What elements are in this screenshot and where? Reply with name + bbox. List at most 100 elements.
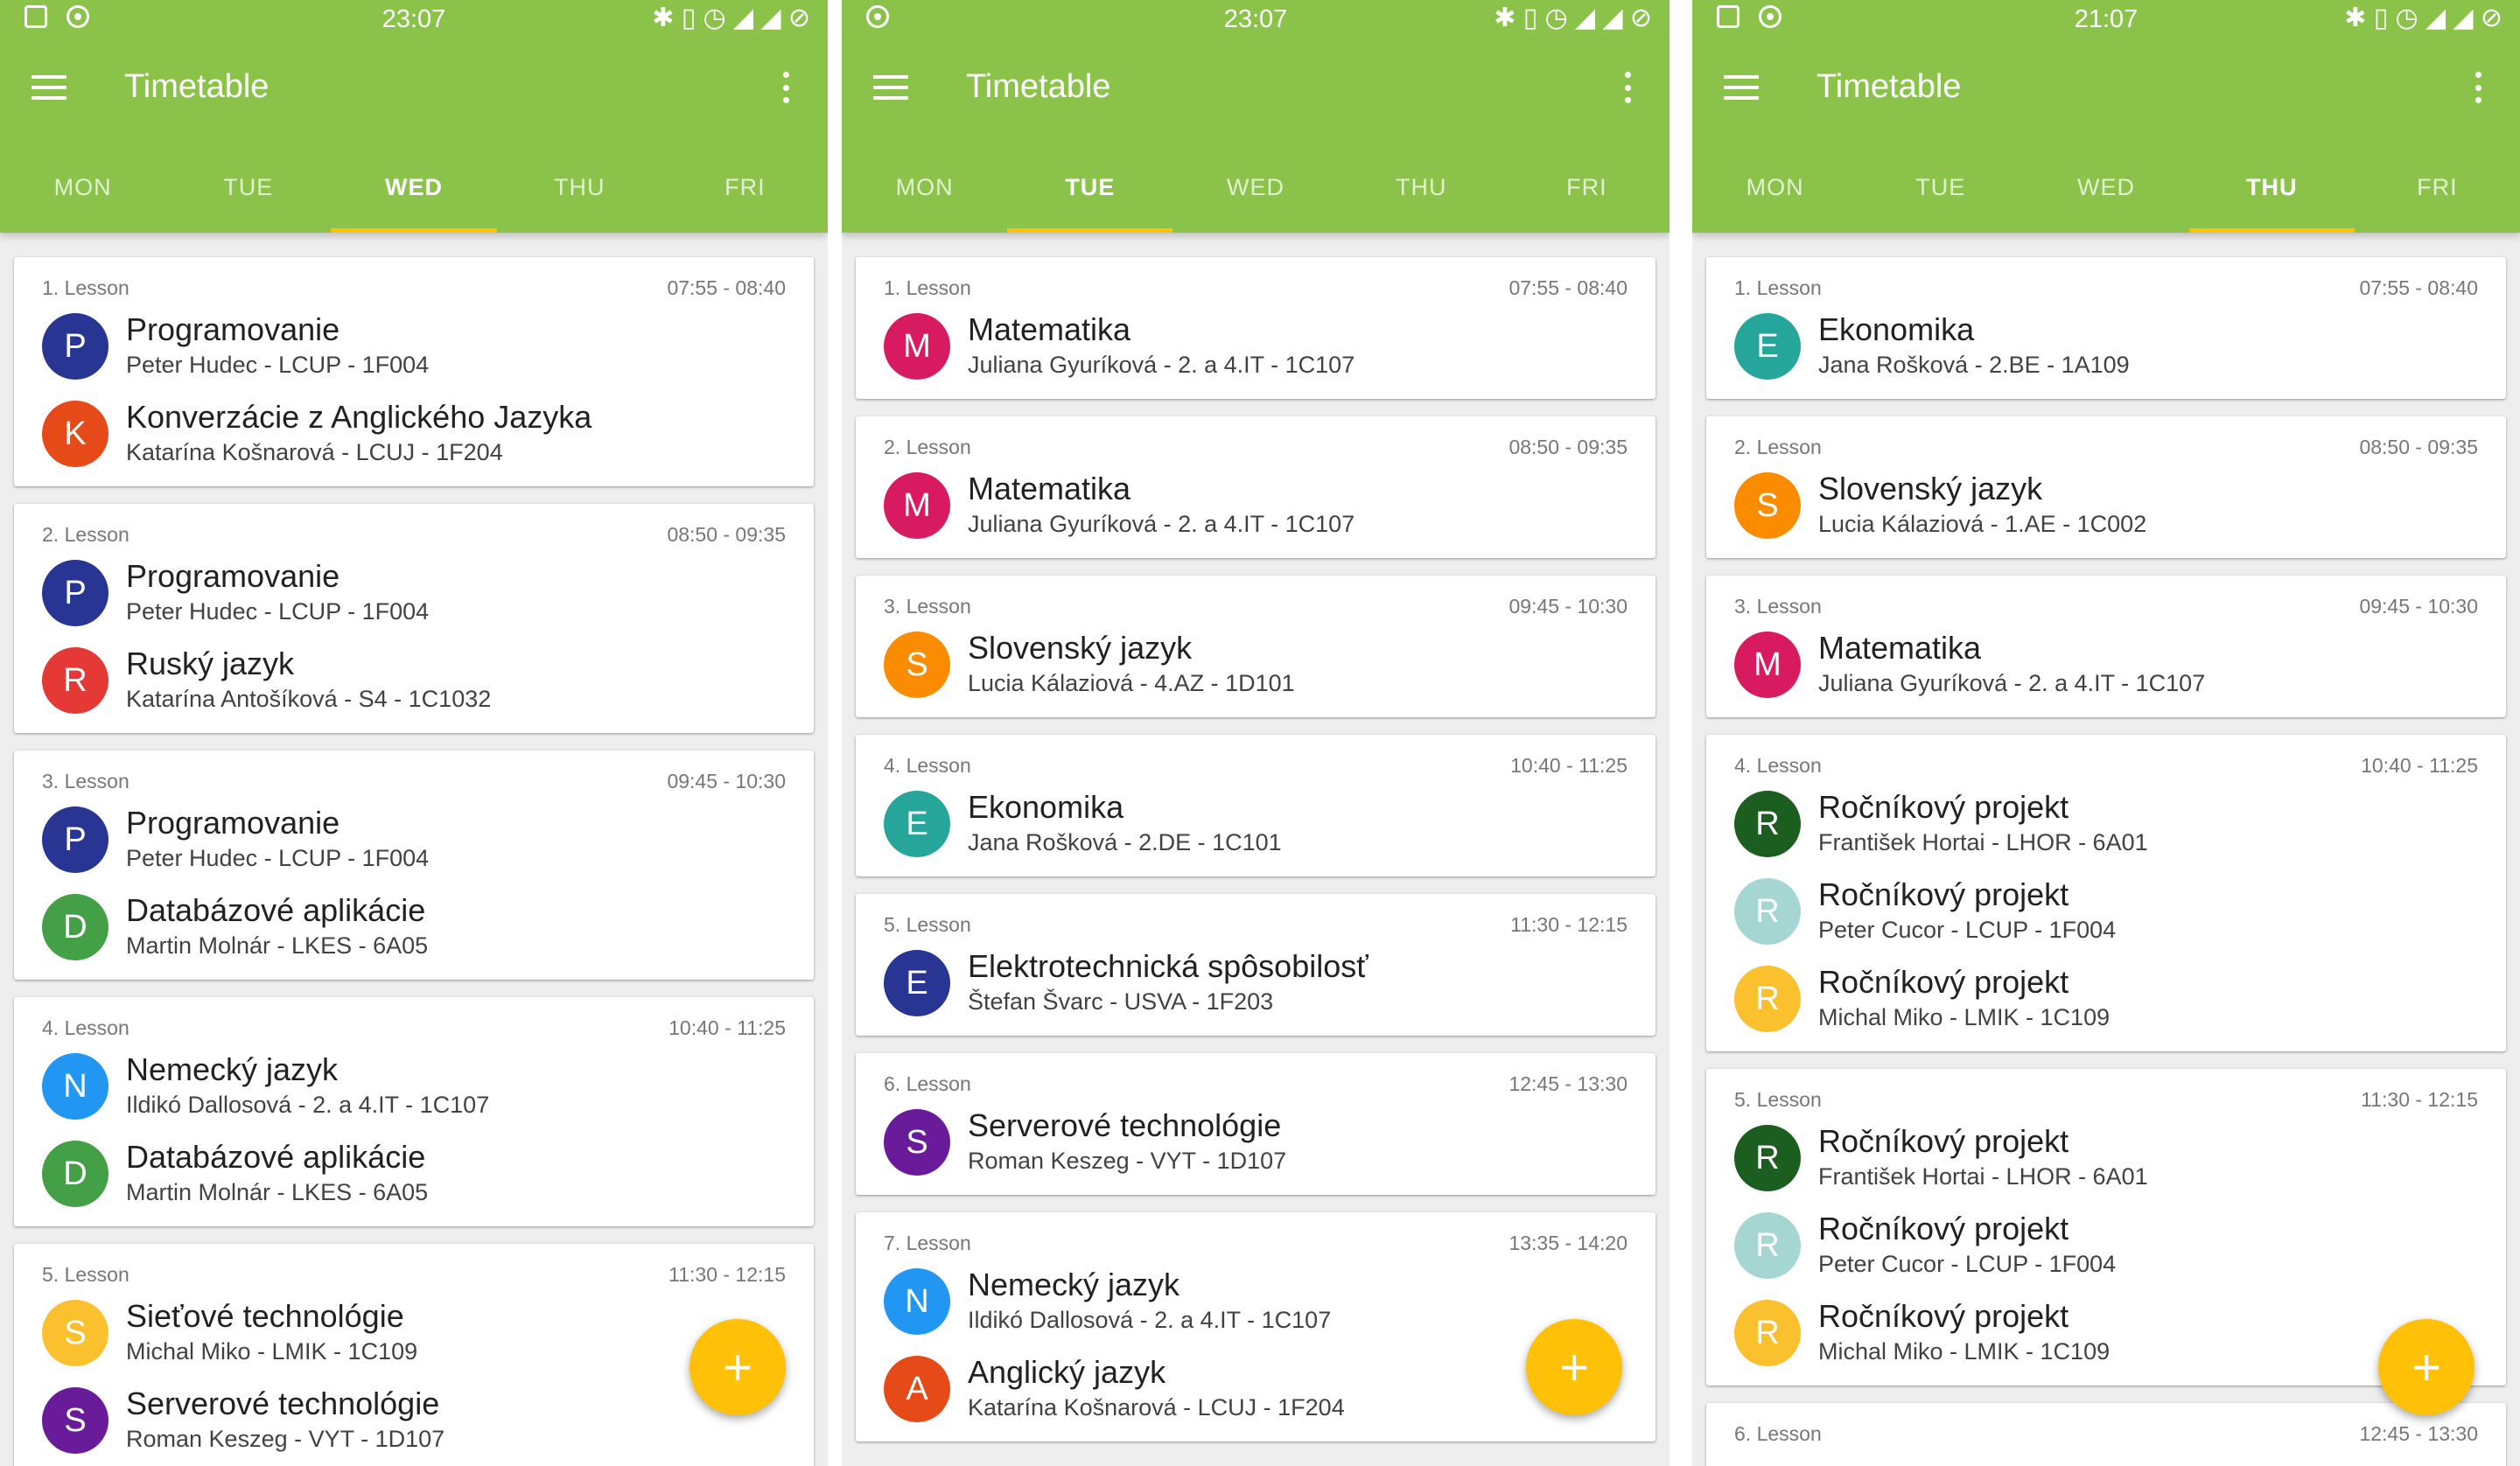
lesson-entry[interactable]: R Ročníkový projekt Peter Cucor - LCUP - 1… bbox=[1706, 869, 2506, 957]
lesson-time: 10:40 - 11:25 bbox=[1510, 754, 1628, 777]
subject-avatar: D bbox=[42, 894, 108, 960]
lesson-entry[interactable]: S Serverové technológie Roman Keszeg - VYT… bbox=[14, 1379, 814, 1466]
lesson-header: 4. Lesson 10:40 - 11:25 bbox=[14, 1016, 814, 1044]
lesson-entry[interactable]: R Ročníkový projekt Michal Miko - LMIK - 1… bbox=[1706, 957, 2506, 1044]
lesson-header: 6. Lesson 12:45 - 13:30 bbox=[856, 1072, 1656, 1100]
lesson-card[interactable]: 2. Lesson 08:50 - 09:35 P Programovanie Pete… bbox=[14, 504, 814, 733]
lesson-card[interactable]: 4. Lesson 10:40 - 11:25 E Ekonomika Jana Roš… bbox=[856, 735, 1656, 876]
lesson-entry[interactable]: P Programovanie Peter Hudec - LCUP - 1F004 bbox=[14, 551, 814, 639]
lesson-entry[interactable]: R Ročníkový projekt Peter Cucor - LCUP - 1… bbox=[1706, 1204, 2506, 1291]
lesson-entry[interactable]: M Matematika Juliana Gyuríková - 2. a 4.IT… bbox=[856, 464, 1656, 551]
lesson-entry[interactable]: N Nemecký jazyk Ildikó Dallosová - 2. a 4.… bbox=[856, 1260, 1656, 1347]
tab-mon[interactable]: MON bbox=[1692, 142, 1858, 233]
lesson-card[interactable]: 4. Lesson 10:40 - 11:25 R Ročníkový projekt… bbox=[1706, 735, 2506, 1051]
lesson-card[interactable]: 5. Lesson 11:30 - 12:15 R Ročníkový projekt… bbox=[1706, 1069, 2506, 1386]
lesson-entry[interactable]: S Serverové technológie Roman Keszeg - VYT… bbox=[856, 1100, 1656, 1188]
lesson-number: 4. Lesson bbox=[884, 754, 971, 777]
tab-thu[interactable]: THU bbox=[497, 142, 662, 233]
lesson-entry[interactable]: K Konverzácie z Anglického Jazyka Katarína… bbox=[14, 392, 814, 479]
lesson-card[interactable]: 2. Lesson 08:50 - 09:35 M Matematika Juliana… bbox=[856, 416, 1656, 558]
lesson-card[interactable]: 3. Lesson 09:45 - 10:30 M Matematika Juliana… bbox=[1706, 576, 2506, 717]
lesson-time: 11:30 - 12:15 bbox=[2361, 1088, 2478, 1111]
hamburger-menu-icon[interactable] bbox=[873, 75, 908, 100]
tab-tue[interactable]: TUE bbox=[1858, 142, 2023, 233]
tab-tue[interactable]: TUE bbox=[1007, 142, 1173, 233]
lesson-entry[interactable]: M Matematika Juliana Gyuríková - 2. a 4.IT… bbox=[1706, 623, 2506, 710]
lesson-time: 08:50 - 09:35 bbox=[667, 523, 786, 546]
overflow-menu-icon[interactable] bbox=[782, 72, 789, 103]
subject-avatar: R bbox=[1734, 1212, 1801, 1279]
lesson-card[interactable]: 3. Lesson 09:45 - 10:30 P Programovanie Pete… bbox=[14, 750, 814, 980]
subject-avatar: R bbox=[1734, 878, 1801, 945]
tab-fri[interactable]: FRI bbox=[1504, 142, 1670, 233]
tab-mon[interactable]: MON bbox=[842, 142, 1007, 233]
tab-thu[interactable]: THU bbox=[1339, 142, 1504, 233]
add-lesson-button[interactable]: + bbox=[1526, 1319, 1622, 1415]
subject-avatar: R bbox=[42, 647, 108, 714]
lesson-number: 1. Lesson bbox=[42, 276, 130, 299]
tab-tue[interactable]: TUE bbox=[165, 142, 331, 233]
add-lesson-button[interactable]: + bbox=[690, 1319, 786, 1415]
subject-details: Michal Miko - LMIK - 1C109 bbox=[1818, 1004, 2110, 1030]
lesson-entry[interactable]: P Programovanie Peter Hudec - LCUP - 1F004 bbox=[14, 304, 814, 392]
subject-name: Programovanie bbox=[126, 311, 340, 347]
add-lesson-button[interactable]: + bbox=[2378, 1319, 2474, 1415]
subject-details: Roman Keszeg - VYT - 1D107 bbox=[968, 1148, 1287, 1174]
hamburger-menu-icon[interactable] bbox=[1724, 75, 1759, 100]
lesson-entry[interactable]: E Ekonomika Jana Rošková - 2.BE - 1A109 bbox=[1706, 304, 2506, 392]
tab-thu[interactable]: THU bbox=[2188, 142, 2356, 233]
lesson-entry[interactable]: S Slovenský jazyk Lucia Kálaziová - 1.AE -… bbox=[1706, 464, 2506, 551]
lesson-card[interactable]: 4. Lesson 10:40 - 11:25 N Nemecký jazyk Ildi… bbox=[14, 997, 814, 1226]
lesson-entry[interactable]: P Programovanie Peter Hudec - LCUP - 1F004 bbox=[14, 798, 814, 885]
lesson-card[interactable]: 6. Lesson 12:45 - 13:30 bbox=[1706, 1403, 2506, 1466]
tab-fri[interactable]: FRI bbox=[662, 142, 828, 233]
lesson-entry[interactable]: D Databázové aplikácie Martin Molnár - LKE… bbox=[14, 885, 814, 973]
lesson-entry[interactable]: E Ekonomika Jana Rošková - 2.DE - 1C101 bbox=[856, 782, 1656, 869]
subject-details: Peter Cucor - LCUP - 1F004 bbox=[1818, 1251, 2117, 1277]
tab-wed[interactable]: WED bbox=[1172, 142, 1338, 233]
lesson-time: 07:55 - 08:40 bbox=[2359, 276, 2478, 299]
lesson-card[interactable]: 3. Lesson 09:45 - 10:30 S Slovenský jazyk Lu… bbox=[856, 576, 1656, 717]
subject-name: Programovanie bbox=[126, 558, 340, 594]
lesson-card[interactable]: 1. Lesson 07:55 - 08:40 P Programovanie Pete… bbox=[14, 257, 814, 486]
lesson-card[interactable]: 1. Lesson 07:55 - 08:40 E Ekonomika Jana Roš… bbox=[1706, 257, 2506, 399]
lesson-card[interactable]: 1. Lesson 07:55 - 08:40 M Matematika Juliana… bbox=[856, 257, 1656, 399]
subject-avatar: R bbox=[1734, 966, 1801, 1032]
hamburger-menu-icon[interactable] bbox=[32, 75, 66, 100]
subject-details: Peter Cucor - LCUP - 1F004 bbox=[1818, 917, 2117, 943]
lesson-entry[interactable]: E Elektrotechnická spôsobilosť Štefan Švar… bbox=[856, 941, 1656, 1029]
overflow-menu-icon[interactable] bbox=[2474, 72, 2482, 103]
status-icons: ✱ ▯ ◷ ◢ ◢ ⊘ bbox=[2344, 3, 2502, 32]
lesson-entry[interactable]: M Matematika Juliana Gyuríková - 2. a 4.IT… bbox=[856, 304, 1656, 392]
lesson-card[interactable]: 2. Lesson 08:50 - 09:35 S Slovenský jazyk Lu… bbox=[1706, 416, 2506, 558]
tab-mon[interactable]: MON bbox=[0, 142, 165, 233]
subject-name: Konverzácie z Anglického Jazyka bbox=[126, 399, 592, 435]
lesson-card[interactable]: 6. Lesson 12:45 - 13:30 S Serverové technol… bbox=[856, 1053, 1656, 1195]
lesson-number: 3. Lesson bbox=[884, 595, 971, 618]
lesson-number: 7. Lesson bbox=[884, 1232, 971, 1254]
app-title: Timetable bbox=[966, 68, 1111, 105]
phone-screen-1: 23:07 ✱ ▯ ◷ ◢ ◢ ⊘ Timetable MON TUE WED … bbox=[0, 0, 828, 1466]
subject-details: Jana Rošková - 2.BE - 1A109 bbox=[1818, 352, 2130, 378]
lesson-entry[interactable]: N Nemecký jazyk Ildikó Dallosová - 2. a 4.… bbox=[14, 1044, 814, 1132]
lesson-card[interactable]: 7. Lesson 13:35 - 14:20 N Nemecký jazyk Ildi… bbox=[856, 1212, 1656, 1442]
subject-name: Serverové technológie bbox=[126, 1386, 440, 1421]
overflow-menu-icon[interactable] bbox=[1624, 72, 1631, 103]
lesson-entry[interactable]: S Slovenský jazyk Lucia Kálaziová - 4.AZ -… bbox=[856, 623, 1656, 710]
lesson-entry[interactable]: R Ročníkový projekt František Hortai - LHO… bbox=[1706, 1116, 2506, 1204]
lesson-header: 4. Lesson 10:40 - 11:25 bbox=[1706, 754, 2506, 782]
phone-screen-3: 21:07 ✱ ▯ ◷ ◢ ◢ ⊘ Timetable MON TUE WED … bbox=[1692, 0, 2520, 1466]
lesson-entry[interactable]: R Ročníkový projekt František Hortai - LHO… bbox=[1706, 782, 2506, 869]
lesson-entry[interactable]: D Databázové aplikácie Martin Molnár - LKE… bbox=[14, 1132, 814, 1219]
status-bar: 23:07 ✱ ▯ ◷ ◢ ◢ ⊘ bbox=[0, 0, 828, 38]
subject-avatar: M bbox=[884, 472, 950, 539]
lesson-entry[interactable]: R Ruský jazyk Katarína Antošíková - S4 - 1… bbox=[14, 639, 814, 726]
tab-wed[interactable]: WED bbox=[331, 142, 497, 233]
tab-wed[interactable]: WED bbox=[2023, 142, 2188, 233]
lesson-card[interactable]: 5. Lesson 11:30 - 12:15 E Elektrotechnická … bbox=[856, 894, 1656, 1036]
lesson-header: 5. Lesson 11:30 - 12:15 bbox=[14, 1263, 814, 1291]
subject-details: František Hortai - LHOR - 6A01 bbox=[1818, 1163, 2148, 1190]
tab-fri[interactable]: FRI bbox=[2355, 142, 2520, 233]
app-title: Timetable bbox=[1816, 68, 1962, 105]
subject-avatar: D bbox=[42, 1141, 108, 1207]
